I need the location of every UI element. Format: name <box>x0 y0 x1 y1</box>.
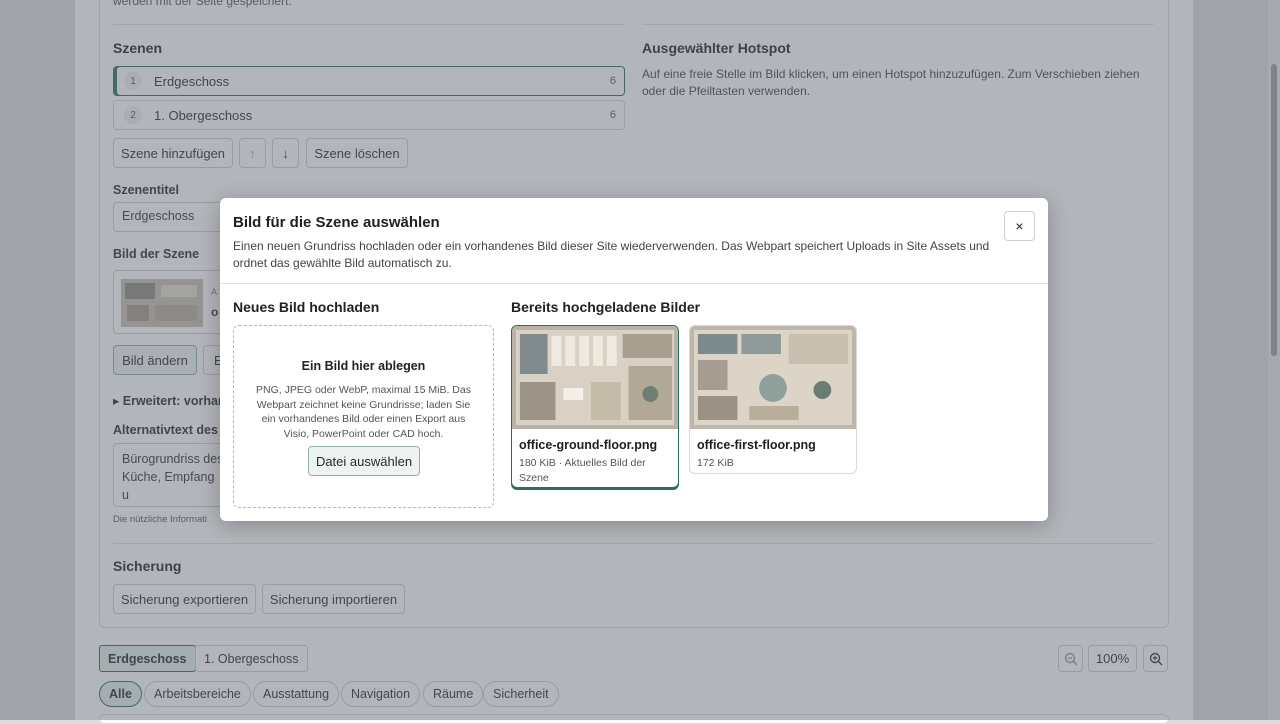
image-option-first-floor[interactable]: office-first-floor.png 172 KiB <box>689 325 857 474</box>
existing-images-heading: Bereits hochgeladene Bilder <box>511 299 701 315</box>
image-name: office-ground-floor.png <box>519 438 658 452</box>
dialog-title: Bild für die Szene auswählen <box>233 214 440 231</box>
drop-zone-title: Ein Bild hier ablegen <box>301 359 426 373</box>
ground-floor-thumbnail <box>512 326 678 429</box>
image-meta: 172 KiB <box>697 457 734 469</box>
choose-file-button[interactable]: Datei auswählen <box>308 446 420 476</box>
first-floor-thumbnail <box>690 326 856 429</box>
drop-zone[interactable]: Ein Bild hier ablegen PNG, JPEG oder Web… <box>233 325 494 508</box>
drop-zone-text: PNG, JPEG oder WebP, maximal 15 MiB. Das… <box>256 384 471 440</box>
dialog-divider <box>220 283 1048 284</box>
image-meta: 180 KiB · Aktuelles Bild der Szene <box>519 457 646 484</box>
image-option-ground-floor[interactable]: office-ground-floor.png 180 KiB · Aktuel… <box>511 325 679 488</box>
dialog-description: Einen neuen Grundriss hochladen oder ein… <box>233 239 990 270</box>
close-button[interactable]: × <box>1004 211 1035 241</box>
image-name: office-first-floor.png <box>697 438 816 452</box>
image-picker-dialog: Bild für die Szene auswählen Einen neuen… <box>220 198 1048 521</box>
upload-heading: Neues Bild hochladen <box>233 299 380 315</box>
